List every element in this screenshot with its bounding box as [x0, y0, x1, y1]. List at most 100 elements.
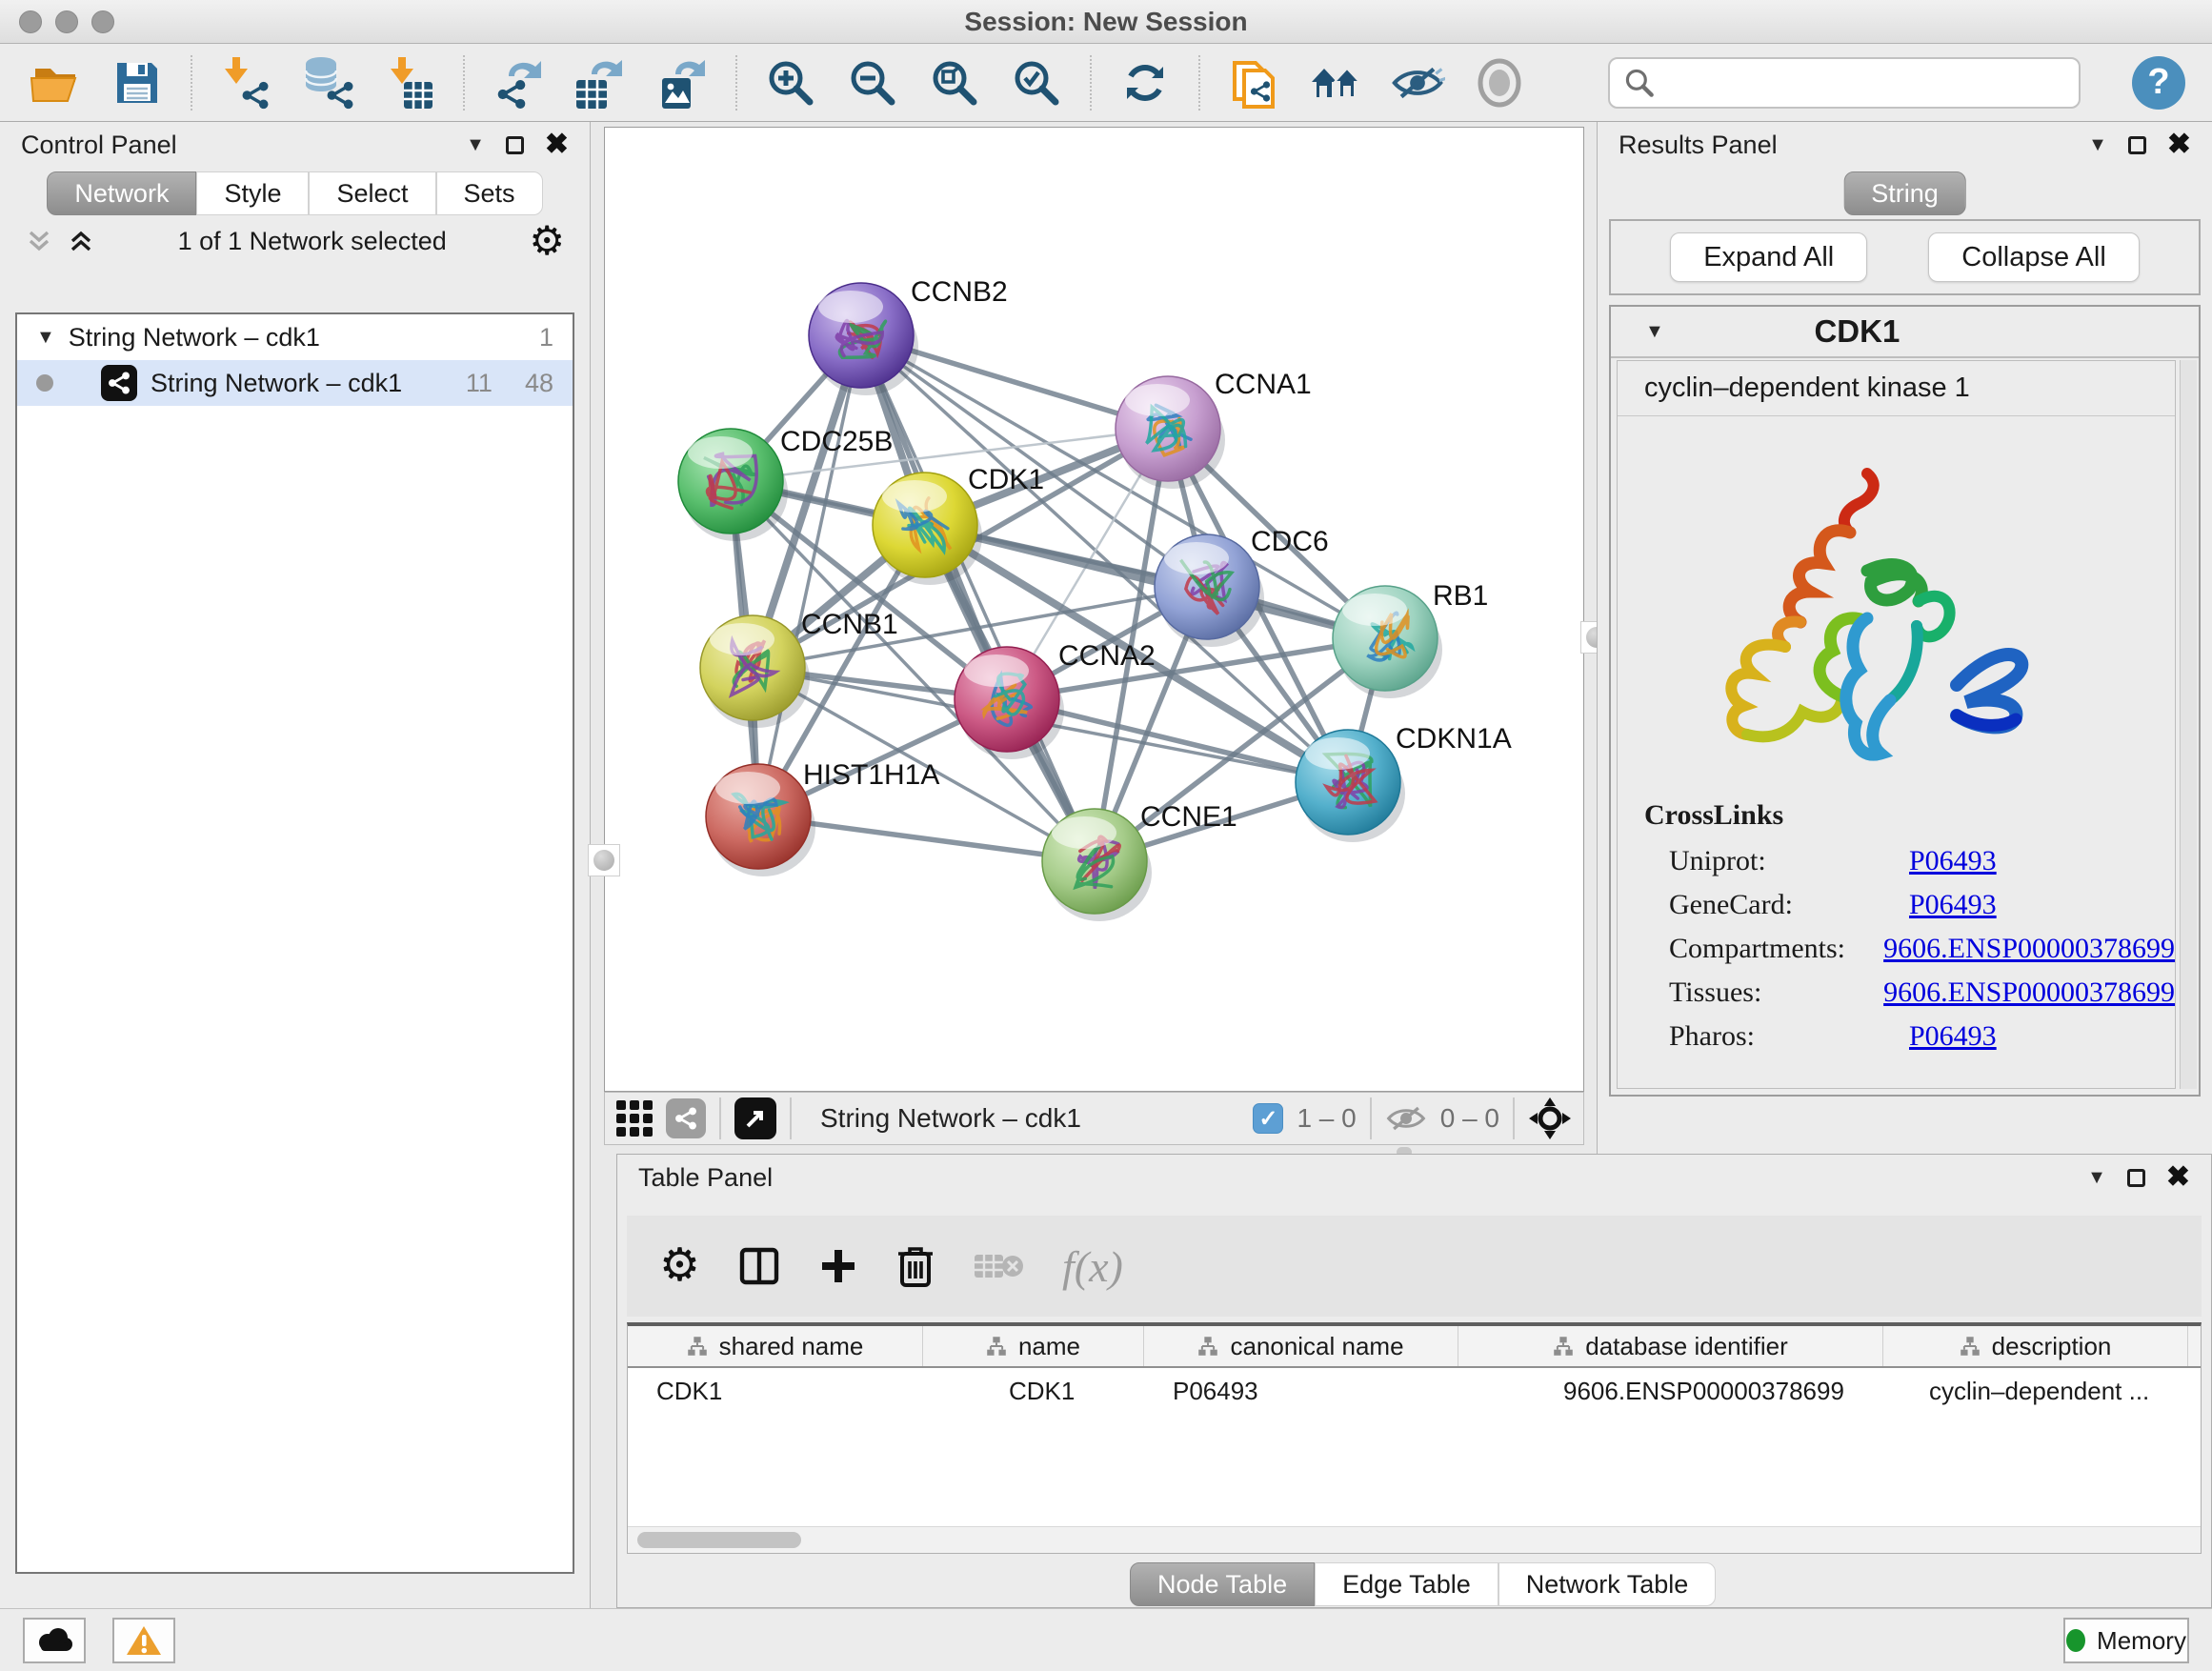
- zoom-selected-button[interactable]: [1008, 54, 1065, 111]
- expand-all-button[interactable]: Expand All: [1670, 232, 1867, 282]
- tab-network-table[interactable]: Network Table: [1498, 1562, 1717, 1606]
- add-column-icon[interactable]: [818, 1246, 858, 1286]
- panel-collapse-icon[interactable]: ▼: [2087, 1168, 2106, 1187]
- panel-close-icon[interactable]: ✖: [2166, 1163, 2190, 1192]
- panel-float-icon[interactable]: [2128, 136, 2146, 154]
- separator: [790, 1097, 792, 1139]
- column-header-shared-name[interactable]: shared name: [628, 1326, 923, 1366]
- table-settings-gear-icon[interactable]: ⚙: [659, 1243, 700, 1289]
- collection-expander-icon[interactable]: ▼: [36, 328, 55, 347]
- tab-edge-table[interactable]: Edge Table: [1315, 1562, 1498, 1606]
- collapse-all-button[interactable]: Collapse All: [1928, 232, 2140, 282]
- function-builder-icon: f(x): [1062, 1241, 1123, 1292]
- cloud-icon: [35, 1627, 73, 1654]
- selected-checkbox-icon[interactable]: ✓: [1253, 1103, 1283, 1134]
- gear-icon[interactable]: ⚙: [529, 221, 565, 261]
- gene-section-header[interactable]: ▼ CDK1: [1611, 307, 2199, 358]
- memory-button[interactable]: Memory: [2063, 1618, 2189, 1663]
- crosslink-label: Compartments:: [1669, 933, 1883, 965]
- zoom-in-button[interactable]: [762, 54, 819, 111]
- network-overview-icon[interactable]: [666, 1098, 706, 1138]
- tab-network[interactable]: Network: [47, 171, 196, 215]
- delete-column-icon[interactable]: [896, 1244, 935, 1288]
- hide-selected-button[interactable]: [1389, 54, 1446, 111]
- panel-float-icon[interactable]: [506, 136, 524, 154]
- show-columns-icon[interactable]: [738, 1245, 780, 1287]
- results-scrollbar[interactable]: [2180, 360, 2197, 1089]
- svg-text:CCNA2: CCNA2: [1058, 640, 1156, 672]
- export-image-icon: [654, 55, 710, 111]
- panel-collapse-icon[interactable]: ▼: [2088, 135, 2107, 154]
- export-image-button[interactable]: [654, 54, 711, 111]
- separator: [1370, 1097, 1372, 1139]
- network-svg: CCNB2CCNA1CDC25BCDK1CDC6RB1CCNB1CCNA2CDK…: [605, 128, 1583, 1091]
- grid-view-icon[interactable]: [616, 1100, 653, 1137]
- network-row-selected[interactable]: String Network – cdk1 11 48: [17, 360, 573, 406]
- column-type-icon: [1960, 1336, 1981, 1357]
- column-header-name[interactable]: name: [923, 1326, 1144, 1366]
- export-table-button[interactable]: [572, 54, 629, 111]
- section-expander-icon[interactable]: ▼: [1645, 322, 1664, 341]
- crosslink-genecard-link[interactable]: P06493: [1909, 889, 1997, 921]
- zoom-window-button[interactable]: [91, 10, 114, 33]
- birdseye-crosshair-icon[interactable]: [1528, 1097, 1572, 1140]
- close-window-button[interactable]: [19, 10, 42, 33]
- crosslink-uniprot-link[interactable]: P06493: [1909, 845, 1997, 877]
- crosslink-compartments-link[interactable]: 9606.ENSP00000378699: [1883, 933, 2175, 965]
- refresh-button[interactable]: [1116, 54, 1174, 111]
- zoom-out-button[interactable]: [844, 54, 901, 111]
- zoom-fit-button[interactable]: [926, 54, 983, 111]
- column-header-description[interactable]: description: [1883, 1326, 2188, 1366]
- import-table-file-button[interactable]: [381, 54, 438, 111]
- panel-collapse-icon[interactable]: ▼: [466, 135, 485, 154]
- network-canvas[interactable]: CCNB2CCNA1CDC25BCDK1CDC6RB1CCNB1CCNA2CDK…: [604, 127, 1584, 1092]
- table-horizontal-scrollbar[interactable]: [628, 1526, 2201, 1553]
- crosslink-row: Pharos: P06493: [1669, 1020, 2175, 1053]
- panel-close-icon[interactable]: ✖: [545, 131, 569, 159]
- network-collection-row[interactable]: ▼ String Network – cdk1 1: [17, 314, 573, 360]
- crosslink-pharos-link[interactable]: P06493: [1909, 1020, 1997, 1053]
- export-network-button[interactable]: [490, 54, 547, 111]
- column-header-database-identifier[interactable]: database identifier: [1458, 1326, 1883, 1366]
- column-header-canonical-name[interactable]: canonical name: [1144, 1326, 1458, 1366]
- first-neighbors-button[interactable]: [1307, 54, 1364, 111]
- open-session-button[interactable]: [27, 54, 84, 111]
- panel-close-icon[interactable]: ✖: [2167, 131, 2191, 159]
- crosslink-tissues-link[interactable]: 9606.ENSP00000378699: [1883, 976, 2175, 1009]
- column-header-id[interactable]: @id: [2188, 1326, 2202, 1366]
- tab-sets[interactable]: Sets: [436, 171, 543, 215]
- tab-select[interactable]: Select: [309, 171, 435, 215]
- results-panel-header: Results Panel ▼ ✖: [1598, 122, 2212, 168]
- tab-style[interactable]: Style: [196, 171, 309, 215]
- save-session-button[interactable]: [109, 54, 166, 111]
- panel-float-icon[interactable]: [2127, 1169, 2145, 1187]
- hidden-node-edge-counts: 0 – 0: [1440, 1103, 1499, 1134]
- left-splitter-handle[interactable]: [588, 844, 620, 876]
- cloud-button[interactable]: [23, 1618, 86, 1663]
- cell-database-identifier: 9606.ENSP00000378699: [1458, 1368, 1883, 1414]
- svg-text:CCNB2: CCNB2: [911, 276, 1008, 308]
- warnings-button[interactable]: [112, 1618, 175, 1663]
- svg-text:CCNA1: CCNA1: [1215, 369, 1312, 400]
- control-panel-title: Control Panel: [21, 131, 177, 160]
- help-button[interactable]: ?: [2132, 56, 2185, 110]
- detach-view-button[interactable]: [734, 1097, 776, 1139]
- tab-string[interactable]: String: [1843, 171, 1966, 215]
- network-view-title: String Network – cdk1: [805, 1103, 1239, 1134]
- show-all-button[interactable]: [1471, 54, 1528, 111]
- table-row[interactable]: CDK1 CDK1 P06493 9606.ENSP00000378699 cy…: [628, 1368, 2202, 1414]
- cell-name: CDK1: [923, 1368, 1144, 1414]
- svg-text:CDC6: CDC6: [1251, 526, 1329, 557]
- scrollbar-thumb[interactable]: [637, 1532, 801, 1548]
- import-network-file-button[interactable]: [217, 54, 274, 111]
- expand-all-networks-icon[interactable]: [25, 227, 53, 255]
- clone-network-button[interactable]: [1225, 54, 1282, 111]
- collapse-all-networks-icon[interactable]: [67, 227, 95, 255]
- minimize-window-button[interactable]: [55, 10, 78, 33]
- network-view-dot-icon: [36, 374, 53, 392]
- crosslinks-title: CrossLinks: [1644, 799, 2175, 832]
- import-network-database-button[interactable]: [299, 54, 356, 111]
- search-input[interactable]: [1665, 68, 2065, 97]
- import-database-icon: [300, 55, 355, 111]
- tab-node-table[interactable]: Node Table: [1130, 1562, 1315, 1606]
